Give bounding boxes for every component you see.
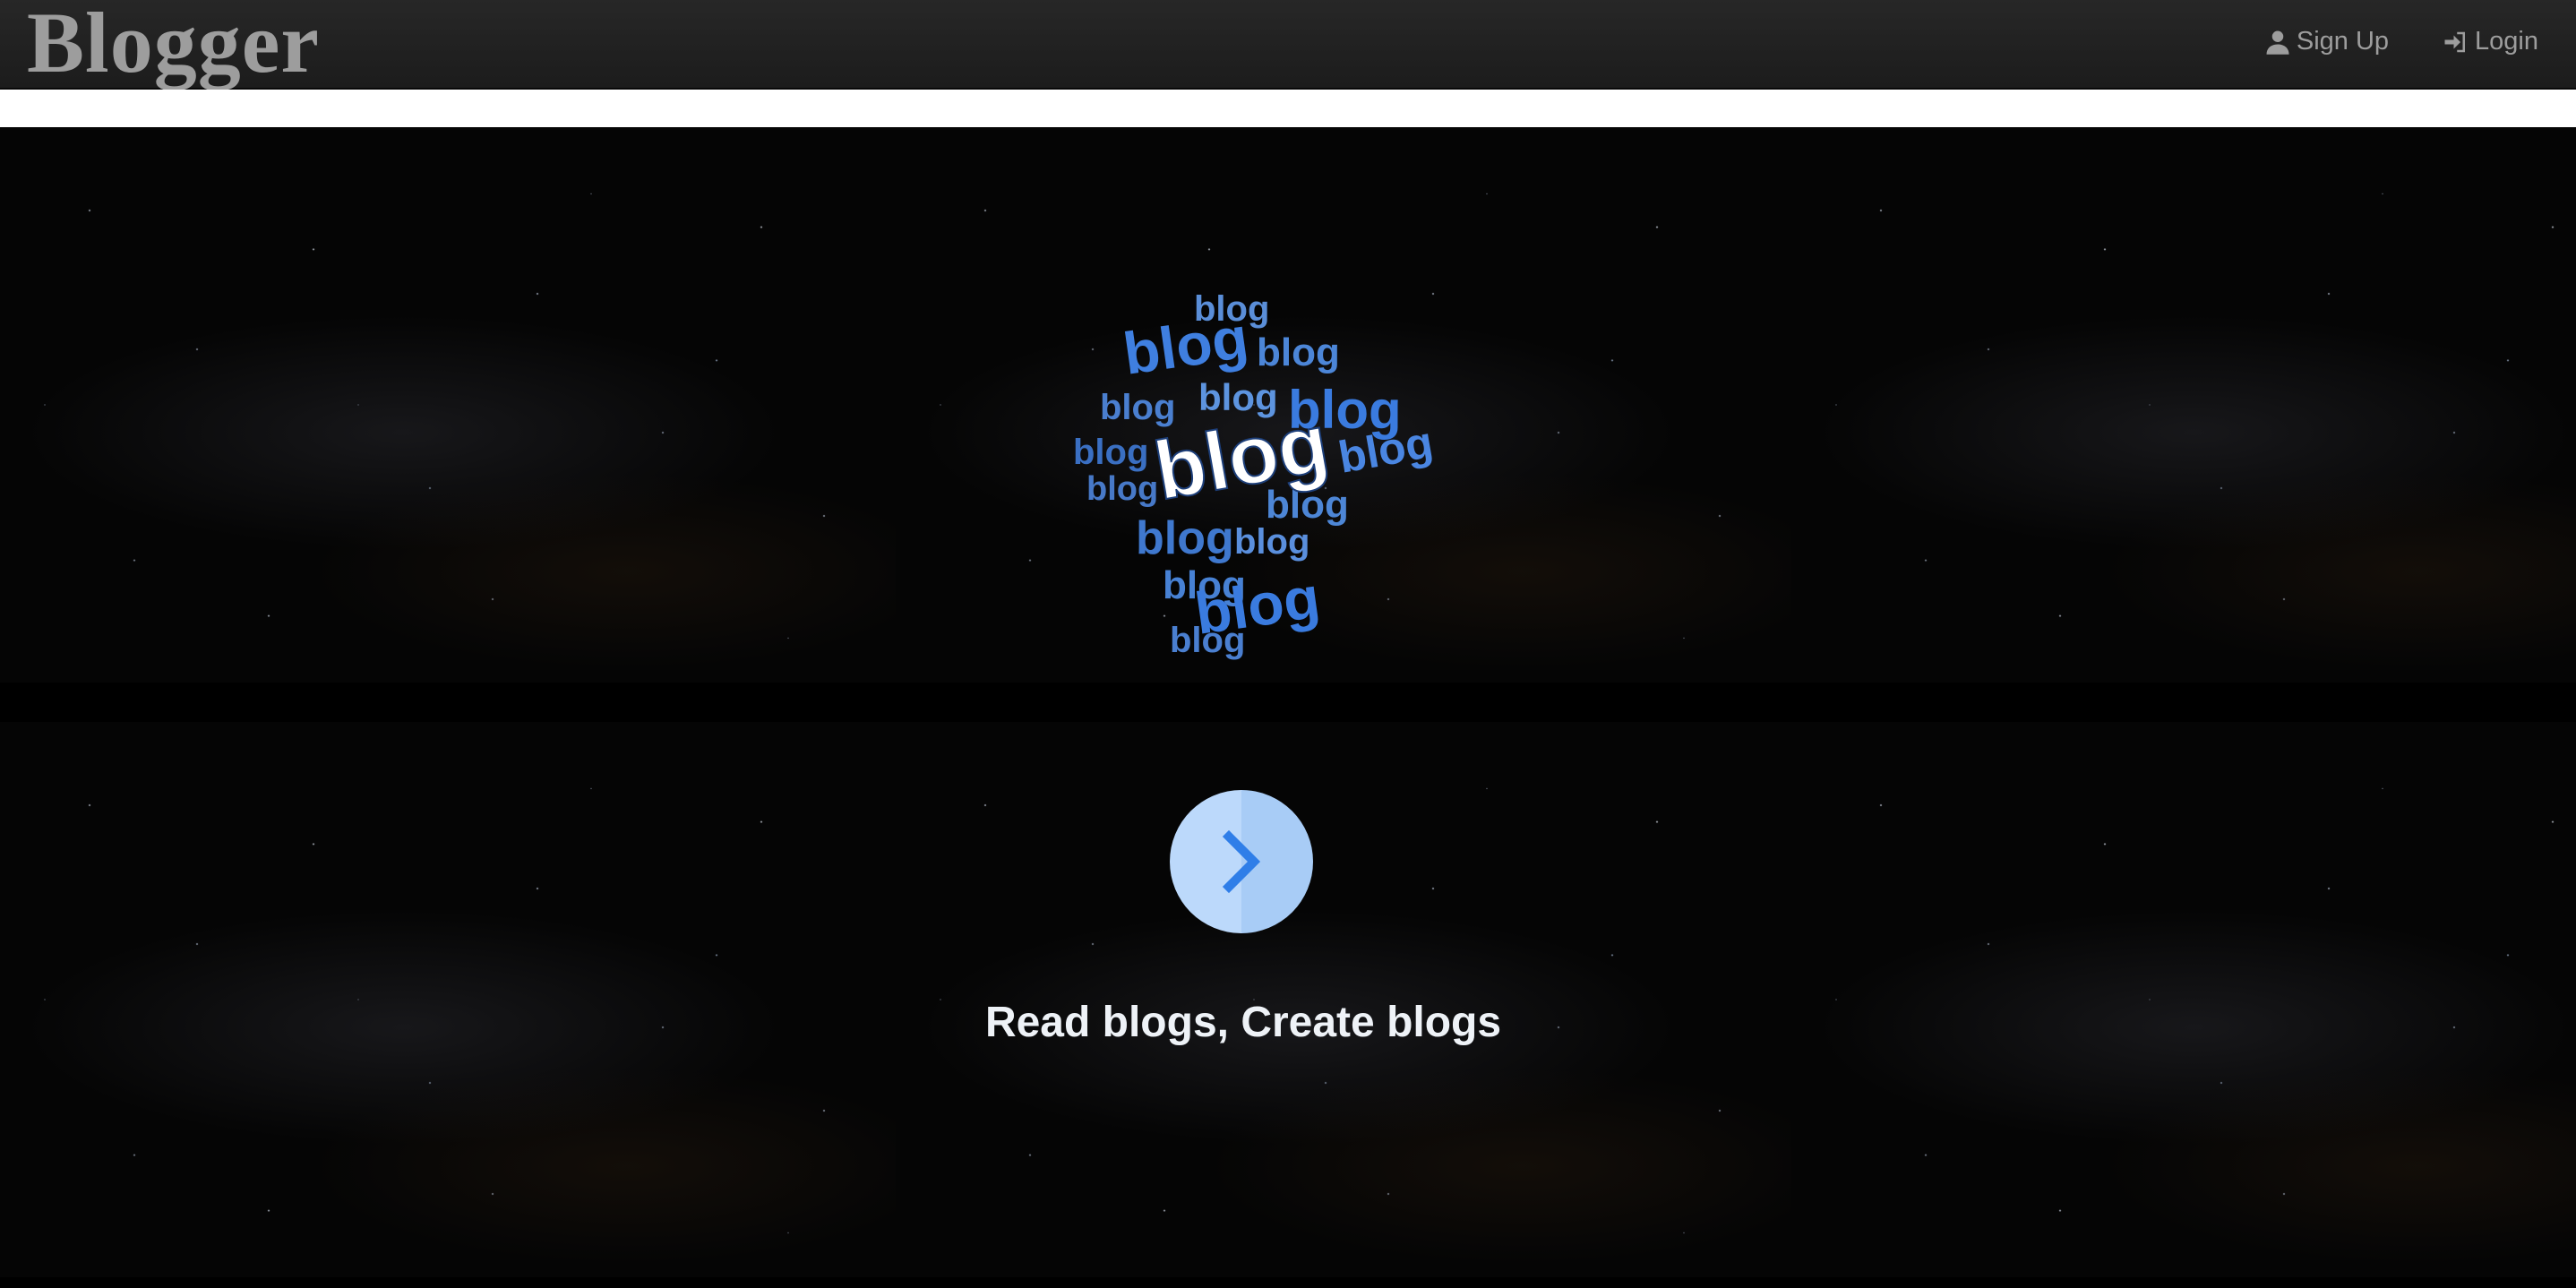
svg-text:blog: blog (1086, 470, 1158, 508)
svg-text:blog: blog (1234, 522, 1309, 562)
svg-text:blog: blog (1136, 512, 1234, 564)
svg-text:blog: blog (1120, 304, 1252, 387)
login-icon (2444, 31, 2466, 52)
login-link[interactable]: Login (2443, 27, 2538, 56)
starfield-tile (1791, 127, 2576, 683)
blog-word-cloud-logo: blog blog blog blog blog blog blog blog … (1073, 294, 1437, 660)
brand-logo-link[interactable]: Blogger (27, 0, 320, 92)
svg-text:blog: blog (1257, 331, 1340, 374)
chevron-right-icon (1222, 829, 1261, 894)
login-label: Login (2475, 27, 2538, 56)
navbar-spacer (0, 90, 2576, 127)
user-icon (2266, 30, 2289, 55)
hero-section: blog blog blog blog blog blog blog blog … (0, 127, 2576, 1288)
svg-text:blog: blog (1100, 388, 1175, 427)
starfield-tile (0, 127, 896, 683)
signup-label: Sign Up (2296, 27, 2390, 56)
signup-link[interactable]: Sign Up (2264, 27, 2389, 56)
top-navbar: Blogger Sign Up Login (0, 0, 2576, 90)
hero-tagline: Read blogs, Create blogs (984, 999, 1502, 1046)
svg-text:blog: blog (1073, 433, 1148, 472)
next-arrow-button[interactable] (1170, 790, 1313, 933)
svg-text:blog: blog (1170, 621, 1245, 660)
nav-right-links: Sign Up Login (2264, 27, 2538, 56)
